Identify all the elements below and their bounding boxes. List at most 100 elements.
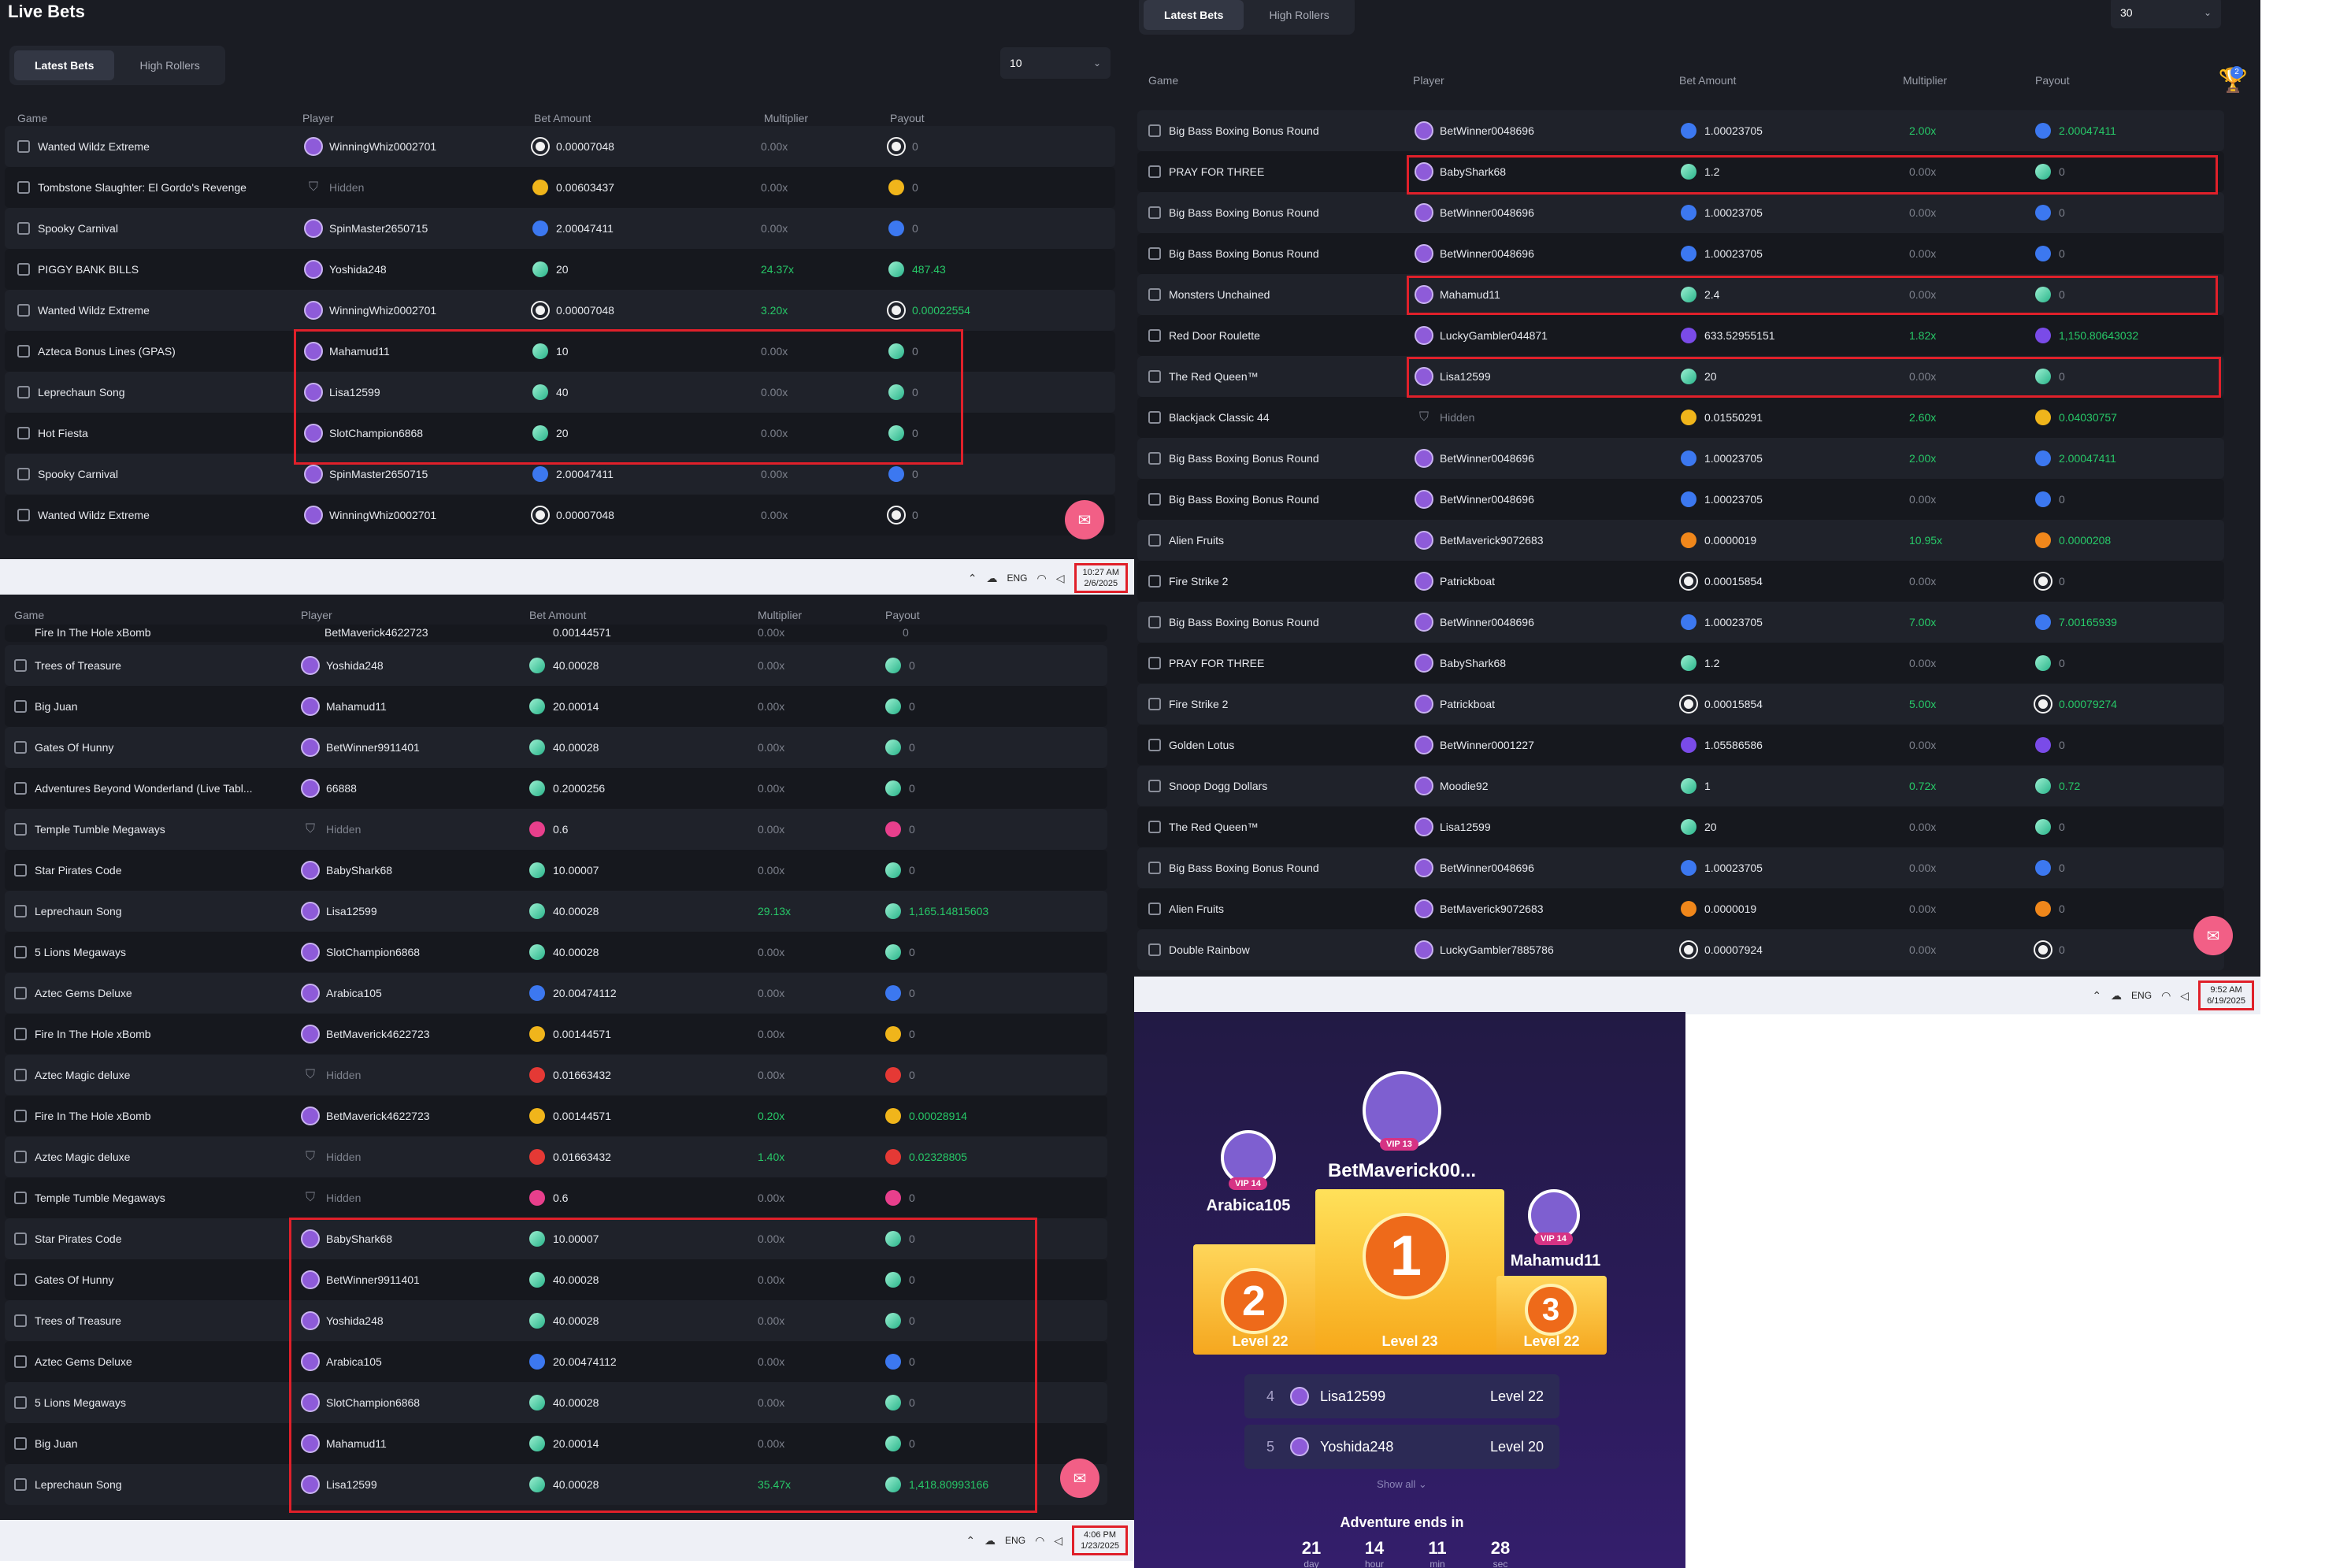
row-game[interactable]: Leprechaun Song [38, 386, 125, 398]
table-row[interactable]: Gates Of Hunny BetWinner9911401 40.00028 0.… [5, 1259, 1107, 1300]
table-row[interactable]: Big Juan Mahamud11 20.00014 0.00x 0 [5, 686, 1107, 727]
cloud-icon[interactable]: ☁ [2111, 989, 2122, 1003]
table-row[interactable]: Wanted Wildz Extreme WinningWhiz0002701 0.… [5, 126, 1115, 167]
table-row[interactable]: Spooky Carnival SpinMaster2650715 2.000474… [5, 208, 1115, 249]
row-player[interactable]: Hidden [1440, 411, 1474, 424]
row-game[interactable]: Big Juan [35, 700, 77, 713]
chevron-up-icon[interactable]: ⌃ [966, 1534, 975, 1548]
row-game[interactable]: Golden Lotus [1169, 739, 1234, 751]
show-all-link[interactable]: Show all ⌄ [1323, 1478, 1481, 1491]
row-player[interactable]: Hidden [326, 823, 361, 836]
row-player[interactable]: Hidden [326, 1192, 361, 1204]
table-row[interactable]: Big Juan Mahamud11 20.00014 0.00x 0 [5, 1423, 1107, 1464]
row-player[interactable]: Lisa12599 [1440, 821, 1491, 833]
table-row[interactable]: Wanted Wildz Extreme WinningWhiz0002701 0.… [5, 495, 1115, 536]
row-player[interactable]: Patrickboat [1440, 575, 1495, 588]
row-game[interactable]: Red Door Roulette [1169, 329, 1260, 342]
row-game[interactable]: Snoop Dogg Dollars [1169, 780, 1267, 792]
row-game[interactable]: PIGGY BANK BILLS [38, 263, 139, 276]
row-player[interactable]: BetWinner0048696 [1440, 493, 1534, 506]
row-game[interactable]: Star Pirates Code [35, 864, 122, 877]
row-game[interactable]: Blackjack Classic 44 [1169, 411, 1270, 424]
row-player[interactable]: BetMaverick9072683 [1440, 534, 1544, 547]
row-game[interactable]: Adventures Beyond Wonderland (Live Tabl.… [35, 782, 253, 795]
row-player[interactable]: SlotChampion6868 [326, 946, 420, 958]
row-game[interactable]: Big Juan [35, 1437, 77, 1450]
row-game[interactable]: Big Bass Boxing Bonus Round [1169, 206, 1319, 219]
row-player[interactable]: Mahamud11 [329, 345, 390, 358]
row-game[interactable]: Fire Strike 2 [1169, 575, 1228, 588]
table-row[interactable]: Big Bass Boxing Bonus Round BetWinner0048… [1137, 192, 2224, 233]
table-row[interactable]: Leprechaun Song Lisa12599 40.00028 35.47x 1,… [5, 1464, 1107, 1505]
table-row[interactable]: Trees of Treasure Yoshida248 40.00028 0.00x… [5, 645, 1107, 686]
first-place-name[interactable]: BetMaverick00... [1292, 1160, 1512, 1182]
table-row[interactable]: Alien Fruits BetMaverick9072683 0.0000019 1… [1137, 520, 2224, 561]
row-game[interactable]: Temple Tumble Megaways [35, 1192, 165, 1204]
row-player[interactable]: Lisa12599 [326, 1478, 377, 1491]
table-row[interactable]: Big Bass Boxing Bonus Round BetWinner0048… [1137, 233, 2224, 274]
row-player[interactable]: BetWinner0001227 [1440, 739, 1534, 751]
row-player[interactable]: Hidden [326, 1069, 361, 1081]
row-game[interactable]: Trees of Treasure [35, 1314, 121, 1327]
row-player[interactable]: BetWinner0048696 [1440, 247, 1534, 260]
row-game[interactable]: Fire In The Hole xBomb [35, 1110, 151, 1122]
row-game[interactable]: Wanted Wildz Extreme [38, 304, 150, 317]
table-row[interactable]: Aztec Magic deluxe ⛉ Hidden 0.01663432 0.00x… [5, 1055, 1107, 1095]
row-player[interactable]: BetWinner0048696 [1440, 206, 1534, 219]
table-row[interactable]: Azteca Bonus Lines (GPAS) Mahamud11 10 0.00… [5, 331, 1115, 372]
tab-high-rollers[interactable]: High Rollers [1248, 0, 1349, 30]
cloud-icon[interactable]: ☁ [985, 1534, 996, 1548]
row-player[interactable]: Mahamud11 [326, 700, 387, 713]
row-game[interactable]: Leprechaun Song [35, 1478, 122, 1491]
system-clock[interactable]: 4:06 PM 1/23/2025 [1072, 1525, 1128, 1555]
system-clock[interactable]: 10:27 AM 2/6/2025 [1074, 563, 1128, 593]
table-row[interactable]: Big Bass Boxing Bonus Round BetWinner0048… [1137, 438, 2224, 479]
tab-latest-bets[interactable]: Latest Bets [1144, 0, 1244, 30]
speaker-icon[interactable]: ◁ [2180, 989, 2189, 1003]
second-place-name[interactable]: Arabica105 [1181, 1197, 1315, 1215]
row-player[interactable]: LuckyGambler7885786 [1440, 943, 1554, 956]
row-game[interactable]: Wanted Wildz Extreme [38, 509, 150, 521]
table-row[interactable]: Gates Of Hunny BetWinner9911401 40.00028 0.… [5, 727, 1107, 768]
table-row[interactable]: Hot Fiesta SlotChampion6868 20 0.00x 0 [5, 413, 1115, 454]
row-player[interactable]: BetMaverick4622723 [324, 626, 428, 639]
table-row[interactable]: Adventures Beyond Wonderland (Live Tabl.… [5, 768, 1107, 809]
row-game[interactable]: PRAY FOR THREE [1169, 657, 1264, 669]
row-game[interactable]: Aztec Gems Deluxe [35, 987, 132, 999]
system-clock[interactable]: 9:52 AM 6/19/2025 [2198, 980, 2254, 1010]
table-row[interactable]: Tombstone Slaughter: El Gordo's Revenge ⛉… [5, 167, 1115, 208]
chat-icon[interactable]: ✉ [2193, 916, 2233, 955]
row-game[interactable]: Fire In The Hole xBomb [35, 1028, 151, 1040]
row-player[interactable]: SpinMaster2650715 [329, 222, 428, 235]
row-player[interactable]: BabyShark68 [326, 864, 392, 877]
row-player[interactable]: 66888 [326, 782, 357, 795]
row-game[interactable]: Big Bass Boxing Bonus Round [1169, 124, 1319, 137]
row-game[interactable]: Azteca Bonus Lines (GPAS) [38, 345, 176, 358]
leaderboard-row[interactable]: 5 Yoshida248 Level 20 [1244, 1425, 1559, 1469]
row-game[interactable]: Monsters Unchained [1169, 288, 1270, 301]
row-game[interactable]: Aztec Magic deluxe [35, 1069, 130, 1081]
row-game[interactable]: Alien Fruits [1169, 534, 1224, 547]
table-row[interactable]: Spooky Carnival SpinMaster2650715 2.000474… [5, 454, 1115, 495]
row-game[interactable]: Fire Strike 2 [1169, 698, 1228, 710]
language-indicator[interactable]: ENG [1007, 573, 1028, 584]
row-game[interactable]: Aztec Gems Deluxe [35, 1355, 132, 1368]
row-player[interactable]: Lisa12599 [326, 905, 377, 917]
table-row[interactable]: PRAY FOR THREE BabyShark68 1.2 0.00x 0 [1137, 151, 2224, 192]
table-row[interactable]: Wanted Wildz Extreme WinningWhiz0002701 0.… [5, 290, 1115, 331]
row-game[interactable]: Hot Fiesta [38, 427, 88, 439]
table-row[interactable]: Temple Tumble Megaways ⛉ Hidden 0.6 0.00x 0 [5, 809, 1107, 850]
row-player[interactable]: Yoshida248 [326, 659, 384, 672]
row-game[interactable]: Wanted Wildz Extreme [38, 140, 150, 153]
wifi-icon[interactable]: ◠ [2161, 989, 2171, 1003]
row-player[interactable]: WinningWhiz0002701 [329, 140, 436, 153]
row-game[interactable]: Big Bass Boxing Bonus Round [1169, 616, 1319, 628]
table-row[interactable]: Blackjack Classic 44 ⛉ Hidden 0.01550291 2.6… [1137, 397, 2224, 438]
row-game[interactable]: Temple Tumble Megaways [35, 823, 165, 836]
table-row[interactable]: Fire In The Hole xBomb BetMaverick462272… [5, 625, 1107, 642]
row-player[interactable]: BetMaverick9072683 [1440, 903, 1544, 915]
table-row[interactable]: PIGGY BANK BILLS Yoshida248 20 24.37x 487.43 [5, 249, 1115, 290]
row-player[interactable]: BetWinner0048696 [1440, 616, 1534, 628]
speaker-icon[interactable]: ◁ [1056, 572, 1065, 585]
leaderboard-row[interactable]: 4 Lisa12599 Level 22 [1244, 1374, 1559, 1418]
